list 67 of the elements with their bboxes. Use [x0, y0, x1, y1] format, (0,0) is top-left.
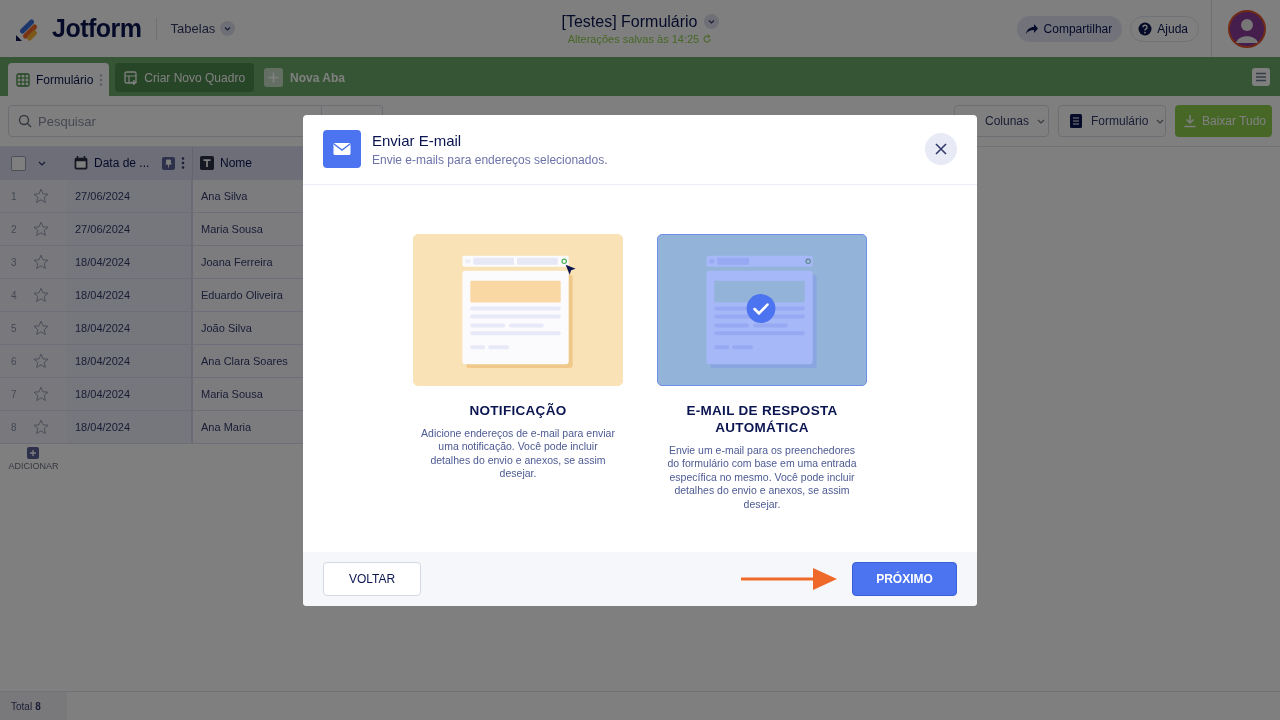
table-cell: 27/06/2024	[67, 180, 193, 212]
table-cell: 18/04/2024	[67, 246, 193, 278]
document-icon	[1069, 114, 1083, 128]
pin-icon[interactable]	[162, 156, 175, 170]
save-status: Alterações salvas às 14:25	[567, 32, 700, 45]
mail-icon	[323, 130, 361, 168]
search-icon	[18, 114, 32, 128]
help-icon	[1138, 21, 1153, 36]
option-description: Envie um e-mail para os preenchedores do formulário com base em uma entrada específica no mesmo. Você pode incluir detalhes do envio e anexos, se assim desejar.	[666, 443, 858, 511]
plus-icon	[264, 68, 284, 87]
table-cell: 18/04/2024	[67, 378, 193, 410]
download-icon	[1183, 114, 1197, 128]
option-description: Adicione endereços de e-mail para enviar uma notificação. Você pode incluir detalhes do envio e anexos, se assim desejar.	[420, 426, 616, 481]
avatar[interactable]	[1228, 9, 1266, 48]
star-icon[interactable]	[33, 386, 49, 402]
menu-icon[interactable]	[1252, 67, 1270, 86]
add-row-button[interactable]: ADICIONAR	[8, 447, 59, 471]
total-count: Total 8	[0, 692, 67, 720]
column-header[interactable]: Data de ...	[94, 156, 150, 170]
option-card[interactable]	[657, 233, 867, 386]
search-field[interactable]: Pesquisar	[8, 105, 322, 137]
close-button[interactable]	[925, 133, 957, 165]
chevron-down-icon	[1156, 118, 1165, 124]
star-icon[interactable]	[33, 221, 49, 237]
brand-name: Jotform	[52, 14, 142, 43]
star-icon[interactable]	[33, 419, 49, 435]
chevron-down-icon	[220, 21, 236, 36]
chevron-down-icon	[1037, 118, 1046, 124]
back-button[interactable]: VOLTAR	[323, 561, 422, 596]
board-icon	[124, 70, 139, 85]
dialog-title: Enviar E-mail	[372, 131, 463, 149]
form-title-dropdown[interactable]: [Testes] Formulário	[561, 12, 719, 31]
form-button[interactable]: Formulário	[1058, 105, 1166, 137]
option-title: E-MAIL DE RESPOSTA AUTOMÁTICA	[685, 401, 839, 436]
star-icon[interactable]	[33, 287, 49, 303]
grid-icon	[16, 72, 30, 87]
close-icon	[935, 143, 947, 155]
sheet-tab[interactable]: Formulário	[8, 63, 110, 96]
next-button[interactable]: PRÓXIMO	[852, 561, 957, 596]
table-cell: 18/04/2024	[67, 345, 193, 377]
new-tab-button[interactable]: Nova Aba	[260, 63, 349, 92]
star-icon[interactable]	[33, 254, 49, 270]
table-cell: 18/04/2024	[67, 312, 193, 344]
table-cell: 27/06/2024	[67, 213, 193, 245]
more-icon[interactable]	[99, 72, 104, 87]
select-all-checkbox[interactable]	[11, 155, 26, 171]
arrow-icon	[741, 565, 837, 592]
section-dropdown[interactable]: Tabelas	[170, 21, 236, 36]
chevron-down-icon	[703, 14, 719, 29]
column-header[interactable]: Nome	[220, 156, 252, 170]
chevron-down-icon[interactable]	[38, 160, 46, 166]
star-icon[interactable]	[33, 188, 49, 204]
star-icon[interactable]	[33, 320, 49, 336]
option-title: NOTIFICAÇÃO	[469, 401, 567, 419]
dialog-subtitle: Envie e-mails para endereços selecionados.	[372, 152, 608, 167]
checkmark-icon	[746, 293, 776, 323]
text-type-icon	[200, 156, 214, 170]
share-button[interactable]: Compartilhar	[1016, 15, 1123, 42]
cursor-icon	[565, 264, 576, 275]
plus-icon	[27, 447, 40, 459]
more-icon[interactable]	[181, 156, 185, 170]
create-board-button[interactable]: Criar Novo Quadro	[115, 63, 255, 92]
calendar-icon	[74, 156, 88, 170]
refresh-icon	[702, 33, 713, 44]
star-icon[interactable]	[33, 353, 49, 369]
table-cell: 18/04/2024	[67, 411, 193, 443]
table-cell: 18/04/2024	[67, 279, 193, 311]
